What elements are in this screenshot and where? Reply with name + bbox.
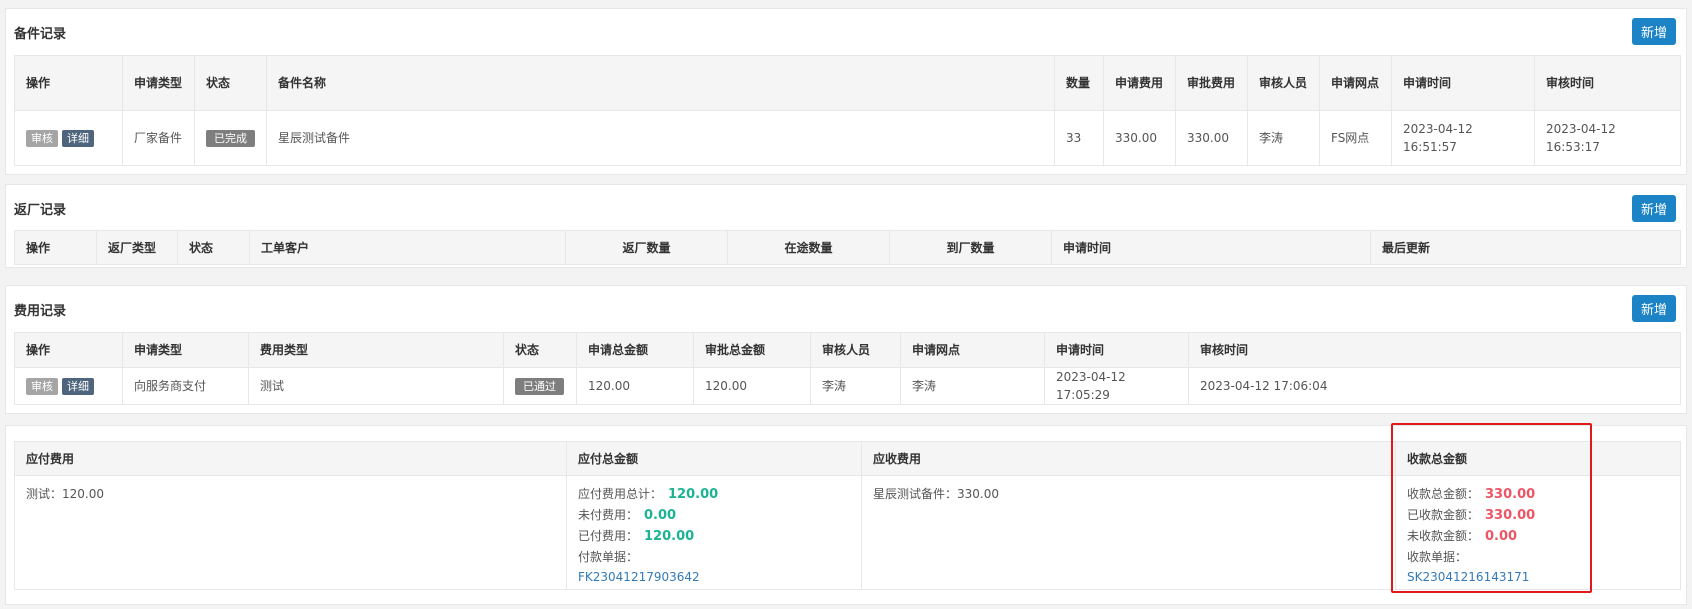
row-actions: 审核 详细 [14, 367, 123, 405]
col-apply-time: 申请时间 [1391, 55, 1535, 111]
cell-apply-time: 2023-04-12 16:51:57 [1391, 110, 1535, 166]
col-audit-time: 审核时间 [1188, 332, 1681, 368]
cell-branch: FS网点 [1319, 110, 1392, 166]
cell-receivable-items: 星辰测试备件：330.00 [861, 475, 1396, 590]
col-payable: 应付费用 [14, 441, 567, 476]
col-apply-time: 申请时间 [1044, 332, 1189, 368]
col-action: 操作 [14, 332, 123, 368]
unpaid-value: 0.00 [644, 508, 677, 523]
returns-add-button[interactable]: 新增 [1632, 195, 1676, 222]
payable-total-label: 应付费用总计： [578, 487, 663, 501]
status-badge: 已完成 [206, 130, 255, 147]
status-badge: 已通过 [515, 378, 564, 395]
cell-auditor: 李涛 [1247, 110, 1320, 166]
detail-button[interactable]: 详细 [62, 130, 94, 147]
col-arrival-qty: 到厂数量 [889, 230, 1052, 265]
cell-part-name: 星辰测试备件 [266, 110, 1055, 166]
cell-approve-fee: 330.00 [1175, 110, 1248, 166]
cell-audit-time: 2023-04-12 17:06:04 [1188, 367, 1681, 405]
col-approve-total: 审批总金额 [693, 332, 811, 368]
cell-payable-total: 应付费用总计： 120.00 未付费用： 0.00 已付费用： 120.00 付款单据… [566, 475, 862, 590]
col-part-name: 备件名称 [266, 55, 1055, 111]
cell-apply-type: 厂家备件 [122, 110, 195, 166]
detail-button[interactable]: 详细 [62, 378, 94, 395]
col-apply-time: 申请时间 [1051, 230, 1371, 265]
fees-add-button[interactable]: 新增 [1632, 295, 1676, 322]
col-apply-fee: 申请费用 [1103, 55, 1176, 111]
audit-button[interactable]: 审核 [26, 378, 58, 395]
col-receivable: 应收费用 [861, 441, 1396, 476]
col-status: 状态 [503, 332, 577, 368]
col-apply-type: 申请类型 [122, 332, 249, 368]
cell-payable-items: 测试：120.00 [14, 475, 567, 590]
col-action: 操作 [14, 55, 123, 111]
returns-panel: 返厂记录 新增 操作 返厂类型 状态 工单客户 返厂数量 在途数量 到厂数量 申… [5, 184, 1687, 268]
paid-line: 已付费用： 120.00 [578, 526, 850, 547]
cell-auditor: 李涛 [810, 367, 901, 405]
unpaid-label: 未付费用： [578, 508, 639, 522]
returns-title: 返厂记录 [14, 203, 67, 218]
col-return-qty: 返厂数量 [565, 230, 728, 265]
fees-header-row: 操作 申请类型 费用类型 状态 申请总金额 审批总金额 审核人员 申请网点 申请… [14, 332, 1681, 368]
fees-panel: 费用记录 新增 操作 申请类型 费用类型 状态 申请总金额 审批总金额 审核人员… [5, 285, 1687, 414]
table-row: 审核 详细 向服务商支付 测试 已通过 120.00 120.00 李涛 李涛 2… [14, 367, 1681, 405]
fees-table: 操作 申请类型 费用类型 状态 申请总金额 审批总金额 审核人员 申请网点 申请… [14, 332, 1681, 405]
paid-value: 120.00 [644, 529, 695, 544]
col-approve-fee: 审批费用 [1175, 55, 1248, 111]
col-payable-total: 应付总金额 [566, 441, 862, 476]
col-apply-type: 申请类型 [122, 55, 195, 111]
col-branch: 申请网点 [1319, 55, 1392, 111]
cell-branch: 李涛 [900, 367, 1045, 405]
parts-header-row: 操作 申请类型 状态 备件名称 数量 申请费用 审批费用 审核人员 申请网点 申… [14, 55, 1681, 111]
cell-qty: 33 [1054, 110, 1104, 166]
payable-total-line: 应付费用总计： 120.00 [578, 484, 850, 505]
col-fee-type: 费用类型 [248, 332, 504, 368]
returns-header-row: 操作 返厂类型 状态 工单客户 返厂数量 在途数量 到厂数量 申请时间 最后更新 [14, 230, 1681, 265]
cell-apply-time: 2023-04-12 17:05:29 [1044, 367, 1189, 405]
col-auditor: 审核人员 [1247, 55, 1320, 111]
parts-title: 备件记录 [14, 27, 67, 42]
cell-apply-type: 向服务商支付 [122, 367, 249, 405]
col-audit-time: 审核时间 [1534, 55, 1681, 111]
cell-fee-type: 测试 [248, 367, 504, 405]
table-row: 审核 详细 厂家备件 已完成 星辰测试备件 33 330.00 330.00 李涛… [14, 110, 1681, 166]
cell-approve-total: 120.00 [693, 367, 811, 405]
cell-status: 已完成 [194, 110, 267, 166]
col-branch: 申请网点 [900, 332, 1045, 368]
returns-table: 操作 返厂类型 状态 工单客户 返厂数量 在途数量 到厂数量 申请时间 最后更新 [14, 230, 1681, 265]
fees-title: 费用记录 [14, 304, 67, 319]
parts-add-button[interactable]: 新增 [1632, 18, 1676, 45]
cell-apply-fee: 330.00 [1103, 110, 1176, 166]
parts-table: 操作 申请类型 状态 备件名称 数量 申请费用 审批费用 审核人员 申请网点 申… [14, 55, 1681, 166]
payable-total-value: 120.00 [668, 487, 719, 502]
col-customer: 工单客户 [249, 230, 566, 265]
cell-apply-total: 120.00 [576, 367, 694, 405]
receivable-item: 星辰测试备件：330.00 [873, 487, 999, 501]
col-auditor: 审核人员 [810, 332, 901, 368]
col-last-update: 最后更新 [1370, 230, 1681, 265]
col-action: 操作 [14, 230, 97, 265]
audit-button[interactable]: 审核 [26, 130, 58, 147]
unpaid-line: 未付费用： 0.00 [578, 505, 850, 526]
pay-doc-label: 付款单据： [578, 550, 639, 564]
col-status: 状态 [194, 55, 267, 111]
pay-doc-link[interactable]: FK23041217903642 [578, 567, 850, 587]
paid-label: 已付费用： [578, 529, 639, 543]
col-transit-qty: 在途数量 [727, 230, 890, 265]
cell-audit-time: 2023-04-12 16:53:17 [1534, 110, 1681, 166]
col-qty: 数量 [1054, 55, 1104, 111]
col-return-type: 返厂类型 [96, 230, 178, 265]
payable-item: 测试：120.00 [26, 487, 104, 501]
col-status: 状态 [177, 230, 250, 265]
cell-status: 已通过 [503, 367, 577, 405]
highlight-annotation-box [1391, 423, 1592, 593]
col-apply-total: 申请总金额 [576, 332, 694, 368]
parts-panel: 备件记录 新增 操作 申请类型 状态 备件名称 数量 申请费用 审批费用 审核人… [5, 8, 1687, 175]
row-actions: 审核 详细 [14, 110, 123, 166]
